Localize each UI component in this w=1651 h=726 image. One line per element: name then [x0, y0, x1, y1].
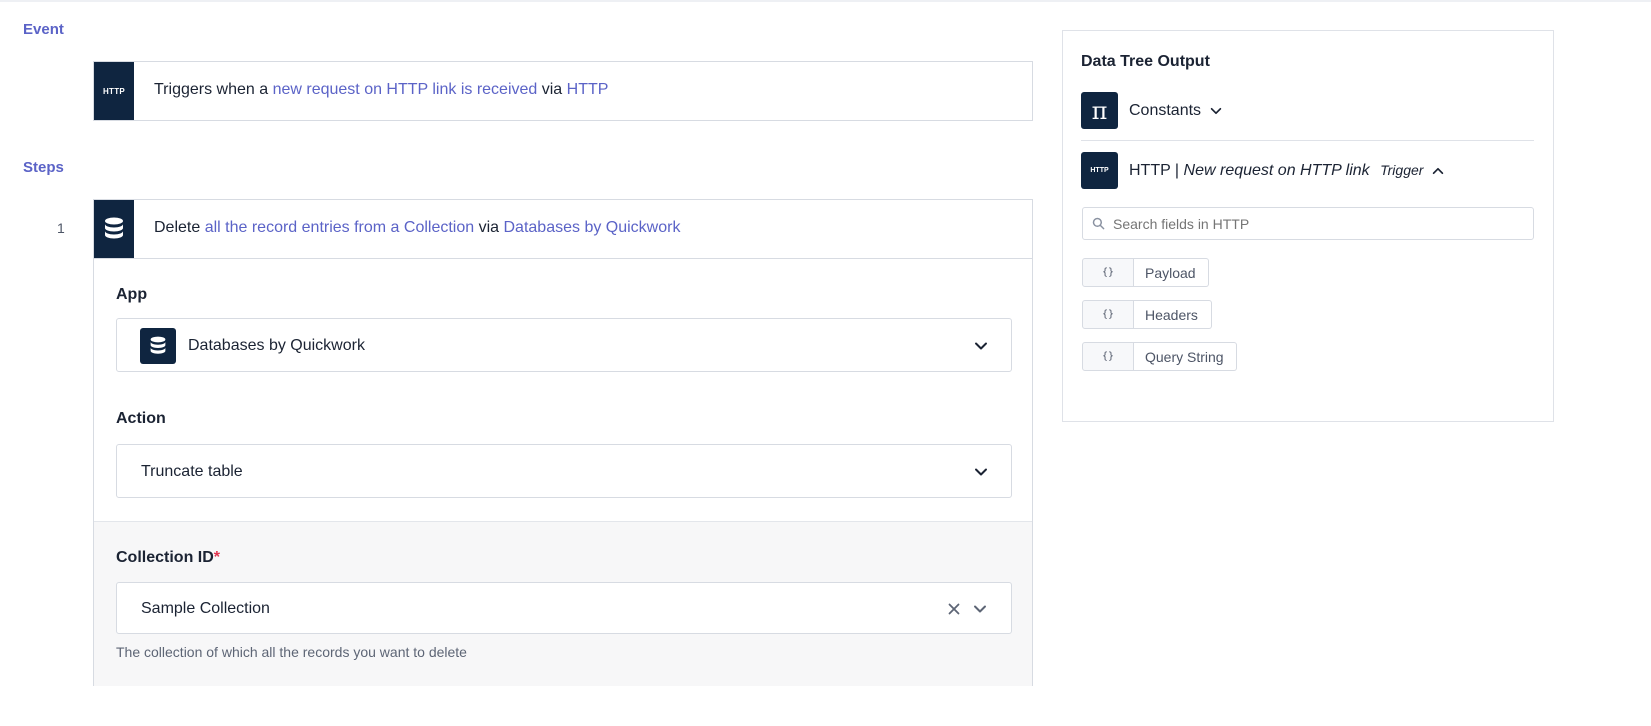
event-app-link[interactable]: HTTP: [567, 81, 609, 98]
step-number: 1: [57, 220, 65, 236]
object-icon: {}: [1082, 300, 1134, 329]
step-header-divider: [94, 258, 1032, 259]
action-select[interactable]: Truncate table: [116, 444, 1012, 498]
collection-help-text: The collection of which all the records …: [116, 644, 467, 660]
step-via: via: [474, 219, 504, 236]
http-app-icon: HTTP: [1081, 152, 1118, 189]
chevron-down-icon[interactable]: [973, 464, 989, 480]
event-trigger-link[interactable]: new request on HTTP link is received: [273, 81, 538, 98]
chevron-down-icon[interactable]: [1209, 104, 1223, 118]
http-trigger-row[interactable]: HTTP HTTP | New request on HTTP link Tri…: [1081, 152, 1537, 192]
field-chip-label: Headers: [1134, 300, 1212, 329]
title-separator: |: [1170, 162, 1184, 179]
app-select-value: Databases by Quickwork: [188, 337, 365, 354]
step-card: Delete all the record entries from a Col…: [93, 199, 1033, 686]
database-icon: [94, 200, 134, 258]
required-marker: *: [213, 549, 221, 566]
constants-row[interactable]: π Constants: [1081, 92, 1537, 132]
chevron-down-icon[interactable]: [972, 601, 988, 617]
event-via: via: [537, 81, 567, 98]
field-chip-label: Payload: [1134, 258, 1209, 287]
top-divider: [0, 0, 1651, 2]
http-app-name: HTTP: [1129, 162, 1171, 179]
pi-icon: π: [1081, 92, 1118, 129]
database-icon: [140, 328, 176, 364]
trigger-badge: Trigger: [1380, 162, 1424, 178]
field-chip-label: Query String: [1134, 342, 1237, 371]
data-tree-panel: Data Tree Output π Constants HTTP HTTP |…: [1062, 30, 1554, 422]
constants-label: Constants: [1129, 102, 1202, 119]
step-description: Delete all the record entries from a Col…: [154, 219, 680, 237]
event-description: Triggers when a new request on HTTP link…: [154, 81, 608, 99]
chevron-up-icon[interactable]: [1431, 164, 1445, 178]
chevron-down-icon[interactable]: [973, 338, 989, 354]
http-trigger-title: HTTP | New request on HTTP link Trigger: [1129, 162, 1423, 180]
action-field-label: Action: [116, 410, 166, 427]
data-tree-title: Data Tree Output: [1081, 53, 1210, 70]
collection-select[interactable]: Sample Collection: [116, 582, 1012, 634]
collection-select-value: Sample Collection: [141, 600, 270, 617]
http-app-icon: HTTP: [94, 62, 134, 120]
collection-field-label: Collection ID*: [116, 549, 220, 567]
step-app-link[interactable]: Databases by Quickwork: [504, 219, 681, 236]
clear-icon[interactable]: [946, 601, 962, 617]
search-input[interactable]: [1111, 213, 1525, 235]
app-select[interactable]: Databases by Quickwork: [116, 318, 1012, 372]
http-trigger-name: New request on HTTP link: [1183, 162, 1370, 179]
event-prefix: Triggers when a: [154, 81, 273, 98]
search-icon: [1092, 217, 1105, 230]
collection-label-text: Collection ID: [116, 549, 214, 566]
step-prefix: Delete: [154, 219, 205, 236]
object-icon: {}: [1082, 258, 1134, 287]
object-icon: {}: [1082, 342, 1134, 371]
event-card[interactable]: HTTP Triggers when a new request on HTTP…: [93, 61, 1033, 121]
panel-divider: [1081, 140, 1534, 141]
event-section-label: Event: [23, 21, 64, 38]
app-field-label: App: [116, 286, 148, 303]
search-field[interactable]: [1082, 207, 1534, 240]
input-fields-section: Collection ID* Sample Collection The col…: [94, 521, 1032, 686]
step-action-link[interactable]: all the record entries from a Collection: [205, 219, 474, 236]
steps-section-label: Steps: [23, 159, 64, 176]
action-select-value: Truncate table: [141, 463, 243, 480]
